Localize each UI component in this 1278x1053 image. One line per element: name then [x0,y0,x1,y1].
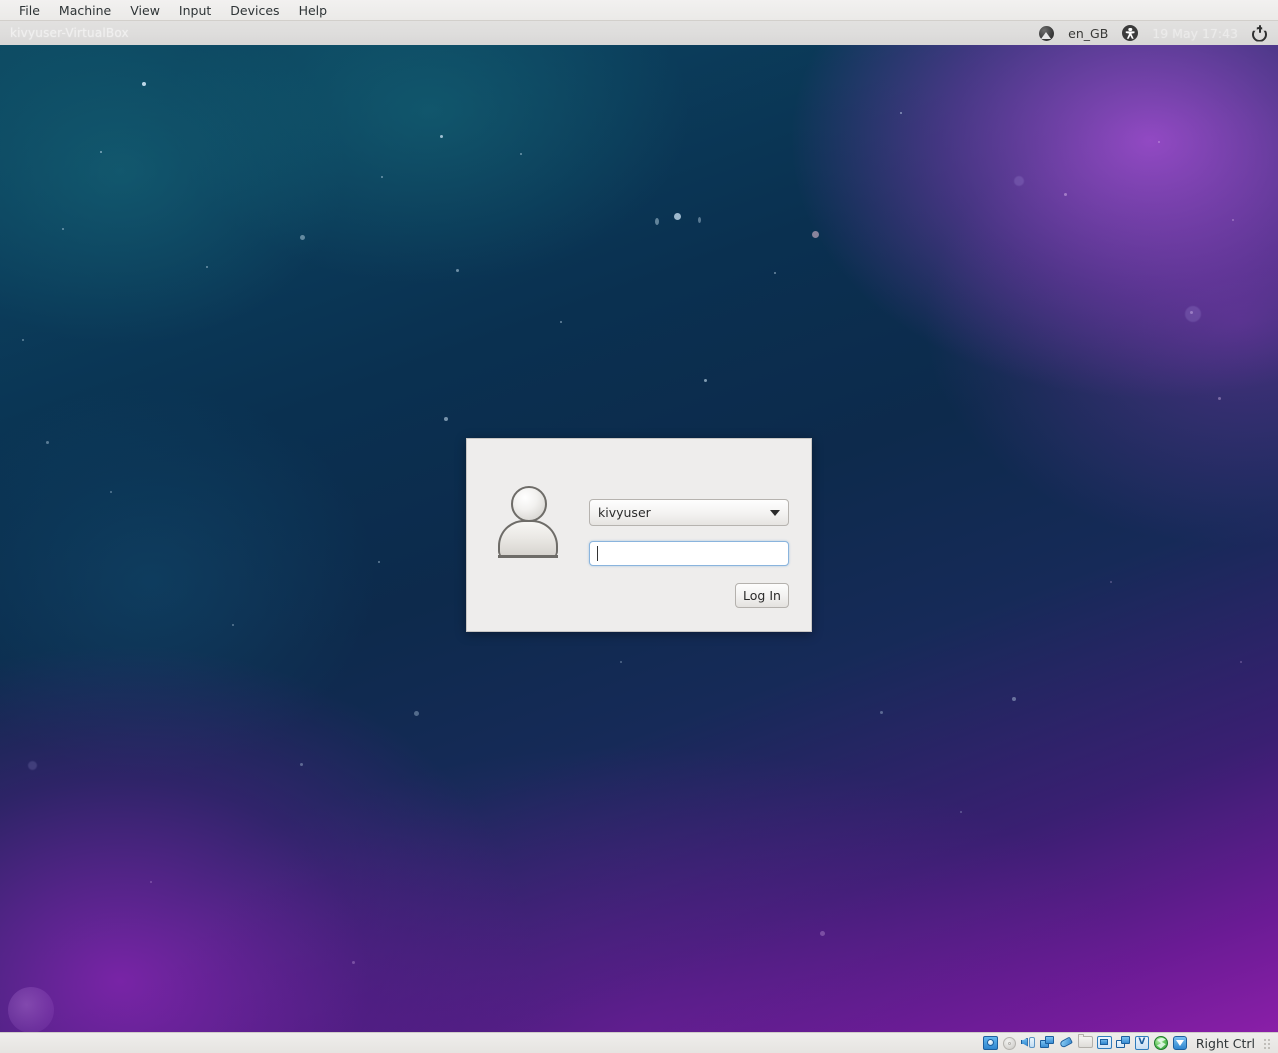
password-input[interactable] [589,541,789,566]
shared-folders-icon[interactable] [1077,1033,1094,1051]
menu-item-input[interactable]: Input [170,1,220,20]
chevron-down-icon [770,509,780,516]
menu-item-help[interactable]: Help [290,1,337,20]
display-icon[interactable] [1096,1035,1113,1051]
keyboard-layout-label: en_GB [1068,25,1109,41]
session-indicator-button[interactable] [1036,21,1057,45]
virtualization-glyph: V [1134,1035,1149,1050]
hard-disk-icon[interactable] [982,1035,999,1051]
recording-icon[interactable] [1115,1035,1132,1051]
username-value: kivyuser [598,505,651,520]
menu-item-file[interactable]: File [10,1,49,20]
wallpaper-bokeh-circle [8,987,54,1032]
virtualization-icon[interactable]: V [1134,1035,1151,1051]
keyboard-layout-indicator[interactable]: en_GB [1065,21,1111,45]
username-dropdown[interactable]: kivyuser [589,499,789,526]
virtualbox-statusbar: V Right Ctrl [0,1032,1278,1053]
power-menu-button[interactable] [1249,21,1272,45]
usb-icon[interactable] [1058,1036,1075,1051]
network-icon[interactable] [1039,1035,1056,1051]
resize-grip[interactable] [1263,1037,1273,1049]
login-dialog: kivyuser Log In [466,438,812,632]
globe-icon[interactable] [1153,1035,1170,1051]
host-key-label: Right Ctrl [1195,1035,1255,1051]
guest-screen: kivyuser-VirtualBox en_GB 19 May 17:43 k… [0,21,1278,1032]
panel-indicators: en_GB 19 May 17:43 [1036,21,1278,45]
virtualbox-window: File Machine View Input Devices Help kiv… [0,0,1278,1053]
optical-disk-icon[interactable] [1002,1036,1018,1051]
menu-item-devices[interactable]: Devices [221,1,288,20]
text-caret [597,546,598,561]
clock-indicator[interactable]: 19 May 17:43 [1149,21,1241,45]
panel-hostname: kivyuser-VirtualBox [10,26,129,40]
greeter-top-panel: kivyuser-VirtualBox en_GB 19 May 17:43 [0,21,1278,45]
accessibility-icon [1122,25,1139,41]
arrow-down-icon[interactable] [1172,1035,1189,1051]
session-indicator-icon [1039,25,1055,41]
user-avatar-icon [497,486,559,558]
accessibility-indicator-button[interactable] [1119,21,1141,45]
login-button[interactable]: Log In [735,583,789,608]
power-icon [1252,24,1269,42]
menu-item-view[interactable]: View [121,1,169,20]
menu-item-machine[interactable]: Machine [50,1,120,20]
clock-label: 19 May 17:43 [1152,25,1238,41]
virtualbox-menubar: File Machine View Input Devices Help [0,0,1278,21]
audio-icon[interactable] [1020,1036,1037,1051]
